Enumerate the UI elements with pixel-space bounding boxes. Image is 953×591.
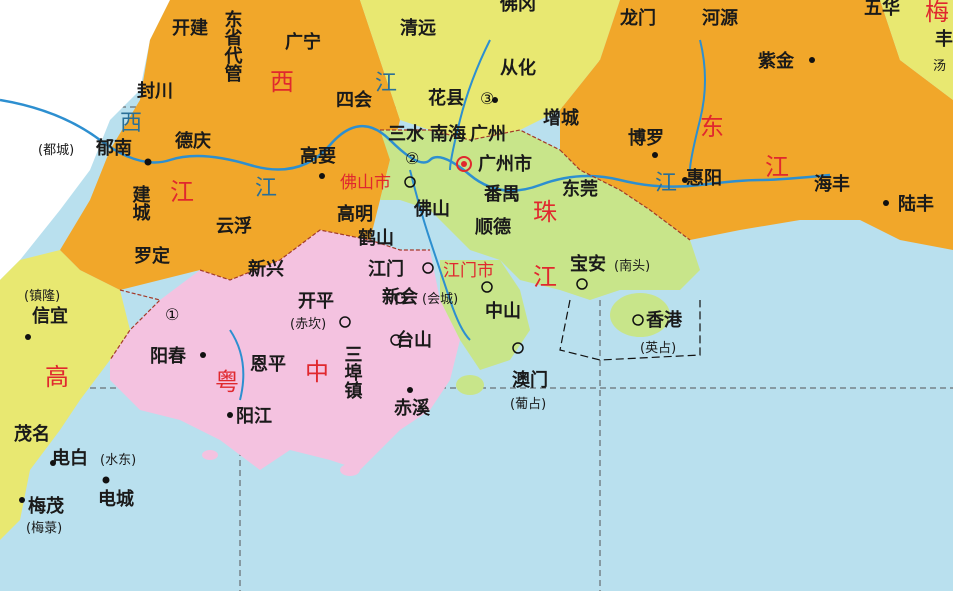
county-icon [200, 352, 206, 358]
city-label-enping: 恩平 [250, 354, 286, 375]
city-label-panyu: 番禺 [483, 184, 520, 205]
city-label-wuhua: 五华 [864, 0, 900, 19]
region-label: 江 [533, 263, 557, 291]
city-label-huiyang: 惠阳 [686, 168, 722, 189]
city-label-yangjiang: 阳江 [236, 406, 272, 427]
city-label-haifeng: 海丰 [814, 173, 850, 195]
city-label-sanshui: 三水 [388, 123, 425, 145]
city-label-zijin: 紫金 [758, 50, 795, 72]
region-label: 东 [700, 113, 724, 141]
city-label-hongkong: 香港 [645, 310, 683, 331]
county-icon [102, 476, 110, 484]
city-label-guangzhou: 广州 [470, 123, 506, 145]
marker-3: ③ [480, 89, 494, 108]
region-label: 梅 [925, 0, 949, 26]
city-label-xinhui: 新会 [382, 286, 418, 308]
city-note-baoan: (南头) [614, 258, 650, 274]
county-icon [319, 173, 325, 179]
city-label-gaoyao: 高要 [300, 145, 336, 167]
county-icon [25, 334, 31, 340]
region-label: 西 [270, 68, 294, 96]
city-label-kaiping: 开平 [298, 291, 334, 312]
city-note-kaiping: (赤坎) [290, 317, 326, 332]
city-label-yunfu: 云浮 [216, 215, 252, 237]
region-label: 江 [170, 178, 194, 206]
river-label: 江 [655, 171, 677, 196]
city-note-xinhui: (会城) [422, 292, 458, 307]
region-label: 珠 [533, 198, 557, 226]
city-label-guangning: 广宁 [285, 31, 321, 53]
city-label-fengchuan: 封川 [137, 80, 173, 102]
island [340, 464, 360, 476]
region-label: 高 [45, 363, 69, 391]
city-label-xinyi: 信宜 [32, 305, 68, 327]
city-label-qingyuan: 清远 [400, 18, 436, 39]
city-label-foshan-shi: 佛山市 [340, 173, 391, 193]
city-label-huaiji: 东省代管 [222, 9, 244, 83]
map-canvas[interactable]: 西 江 东 江 珠 江 粤 中 高 梅 西 江 江 江 丰 汤 佛山市 江门市 … [0, 0, 953, 591]
city-label-sanbu: 三埠镇 [342, 345, 363, 400]
city-note-maomao: (梅菉) [26, 521, 62, 536]
county-icon [883, 200, 889, 206]
marker-2: ② [405, 149, 419, 168]
city-label-taishan: 台山 [396, 329, 432, 351]
county-icon [809, 57, 815, 63]
city-label-maomao: 梅茂 [28, 495, 64, 517]
city-label-deqing: 德庆 [175, 130, 211, 152]
city-label-huadu: 花县 [428, 87, 464, 109]
city-label-gaoming: 高明 [337, 203, 373, 225]
island [202, 450, 218, 460]
city-note-hongkong: (英占) [640, 341, 676, 356]
city-label-yangchun: 阳春 [150, 345, 187, 367]
city-label-heyuan: 河源 [702, 7, 738, 29]
marker-1: ① [165, 305, 179, 324]
city-label-jiancheng: 建城 [130, 184, 151, 222]
city-label-jiangmen-shi: 江门市 [443, 261, 494, 281]
city-label-zhongshan: 中山 [485, 300, 521, 322]
county-icon [227, 412, 233, 418]
county-icon [652, 152, 658, 158]
city-note-xinyi: (镇隆) [24, 289, 60, 304]
city-label-nanhai: 南海 [430, 123, 466, 145]
city-label-shunde: 顺德 [475, 216, 511, 238]
city-label-kaijian: 开建 [172, 17, 208, 39]
county-icon [19, 497, 25, 503]
river-label: 江 [375, 71, 397, 96]
city-label: 丰 [935, 28, 953, 50]
region-label: 粤 [215, 368, 239, 396]
city-label-sihui: 四会 [336, 89, 372, 111]
city-note-yunan: (都城) [38, 143, 74, 158]
city-label-diancheng: 电城 [98, 488, 134, 510]
city-label-lufeng: 陆丰 [898, 193, 934, 215]
city-label-conghua: 从化 [500, 57, 536, 79]
county-icon [144, 158, 152, 166]
river-label: 江 [255, 176, 277, 201]
city-label-guangzhou-shi: 广州市 [478, 153, 532, 175]
city-label-baoan: 宝安 [570, 253, 606, 275]
city-label-dongguan: 东莞 [562, 178, 598, 200]
city-label-xinxing: 新兴 [248, 258, 284, 280]
map-view[interactable]: 西 江 东 江 珠 江 粤 中 高 梅 西 江 江 江 丰 汤 佛山市 江门市 … [0, 0, 953, 591]
city-label-chixi: 赤溪 [394, 398, 431, 419]
city-label-luoding: 罗定 [134, 245, 170, 267]
city-note-macau: (葡占) [510, 397, 546, 412]
city-note-dianbai: (水东) [100, 453, 136, 468]
city-label-yunan: 郁南 [95, 137, 132, 159]
county-icon [407, 387, 413, 393]
city-label: 汤 [933, 59, 946, 74]
city-label-macau: 澳门 [512, 369, 548, 391]
city-label-boluo: 博罗 [628, 127, 664, 149]
island [456, 375, 484, 395]
river-label: 西 [120, 111, 142, 136]
city-label-maoming: 茂名 [14, 423, 50, 445]
city-label-fogang: 佛冈 [499, 0, 536, 15]
city-label-heshan: 鹤山 [358, 227, 394, 249]
city-label-longmen: 龙门 [620, 7, 656, 29]
region-label: 江 [765, 153, 789, 181]
city-label-jiangmen: 江门 [368, 258, 404, 280]
city-label-zengcheng: 增城 [543, 107, 579, 129]
city-label-dianbai: 电白 [52, 447, 88, 469]
region-label: 中 [305, 358, 329, 386]
city-label-foshan: 佛山 [413, 198, 450, 220]
